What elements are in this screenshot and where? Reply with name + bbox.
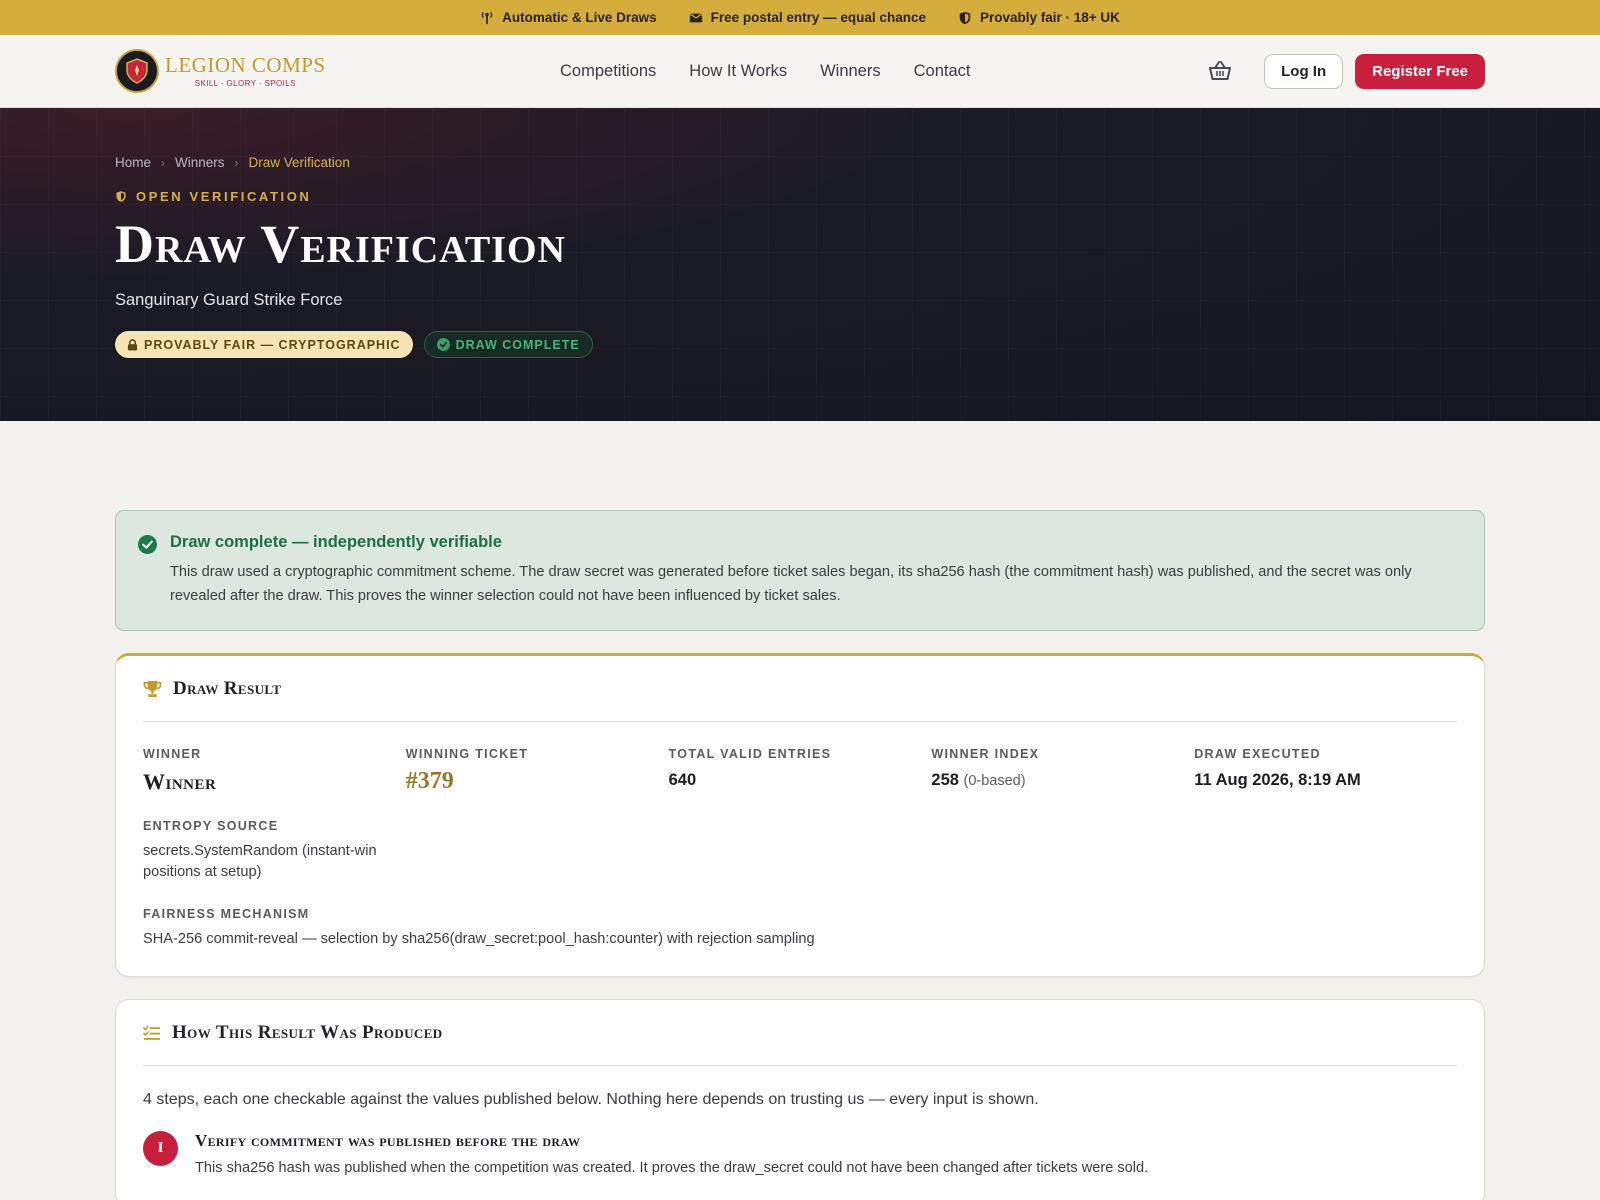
winner-index-value: 258 (0-based) — [931, 771, 1194, 790]
stat-draw-executed: DRAW EXECUTED 11 Aug 2026, 8:19 AM — [1194, 747, 1457, 795]
step-number: I — [143, 1131, 178, 1166]
alert-body: This draw used a cryptographic commitmen… — [170, 564, 1412, 604]
site-logo[interactable]: LEGION COMPS SKILL · GLORY · SPOILS — [115, 49, 335, 93]
check-circle-icon — [138, 535, 157, 554]
stat-winner: WINNER Winner — [143, 747, 406, 795]
stat-winning-ticket: WINNING TICKET #379 — [406, 747, 669, 795]
how-intro: 4 steps, each one checkable against the … — [143, 1091, 1039, 1108]
badge-label: DRAW COMPLETE — [455, 337, 580, 352]
winning-ticket-number: #379 — [405, 768, 454, 794]
eyebrow-label: OPEN VERIFICATION — [136, 189, 312, 204]
stat-total-entries: TOTAL VALID ENTRIES 640 — [669, 747, 932, 795]
stat-label: TOTAL VALID ENTRIES — [668, 747, 832, 761]
stat-label: DRAW EXECUTED — [1194, 747, 1321, 761]
lock-icon — [127, 338, 138, 350]
shield-emblem-icon — [115, 49, 159, 93]
step-description: This sha256 hash was published when the … — [195, 1160, 1149, 1176]
logo-name: LEGION COMPS — [165, 52, 326, 77]
stat-label: WINNER — [143, 747, 202, 761]
field-label: ENTROPY SOURCE — [143, 819, 279, 833]
card-header: How This Result Was Produced — [143, 1000, 1457, 1066]
logo-tagline: SKILL · GLORY · SPOILS — [194, 78, 296, 88]
site-header: LEGION COMPS SKILL · GLORY · SPOILS Comp… — [0, 35, 1600, 108]
login-button[interactable]: Log In — [1264, 53, 1344, 89]
announcement-fair: Provably fair · 18+ UK — [958, 10, 1120, 25]
eyebrow: OPEN VERIFICATION — [115, 189, 1485, 204]
fairness-mechanism-value: SHA-256 commit-reveal — selection by sha… — [143, 931, 815, 947]
announcement-label: Free postal entry — equal chance — [710, 10, 926, 25]
alert-title: Draw complete — independently verifiable — [170, 533, 502, 551]
shield-icon — [959, 11, 971, 24]
envelope-icon — [689, 12, 703, 22]
card-title: How This Result Was Produced — [172, 1021, 443, 1043]
announcement-postal: Free postal entry — equal chance — [689, 10, 926, 25]
announcement-bar: Automatic & Live Draws Free postal entry… — [0, 0, 1600, 35]
provably-fair-badge: PROVABLY FAIR — CRYPTOGRAPHIC — [115, 331, 413, 358]
card-title: Draw Result — [173, 677, 282, 699]
total-entries-value: 640 — [668, 771, 697, 789]
result-stats: WINNER Winner WINNING TICKET #379 TOTAL … — [143, 747, 1457, 795]
verification-alert: Draw complete — independently verifiable… — [115, 510, 1485, 631]
page-title: Draw Verification — [115, 214, 566, 274]
breadcrumb-home[interactable]: Home — [115, 155, 151, 170]
announcement-label: Automatic & Live Draws — [502, 10, 657, 25]
draw-result-card: Draw Result WINNER Winner WINNING TICKET… — [115, 653, 1485, 977]
badge-label: PROVABLY FAIR — CRYPTOGRAPHIC — [144, 337, 401, 352]
draw-executed-value: 11 Aug 2026, 8:19 AM — [1194, 771, 1361, 789]
card-header: Draw Result — [143, 656, 1457, 722]
nav-how-it-works[interactable]: How It Works — [689, 62, 787, 81]
breadcrumb-current: Draw Verification — [248, 155, 350, 170]
winner-name: Winner — [143, 769, 217, 794]
step-title: Verify commitment was published before t… — [195, 1131, 581, 1150]
trophy-icon — [143, 680, 162, 697]
status-badges: PROVABLY FAIR — CRYPTOGRAPHIC DRAW COMPL… — [115, 331, 1485, 358]
entropy-source-field: ENTROPY SOURCE secrets.SystemRandom (ins… — [143, 819, 383, 883]
register-button[interactable]: Register Free — [1355, 53, 1485, 89]
fairness-mechanism-field: FAIRNESS MECHANISM SHA-256 commit-reveal… — [143, 907, 1457, 950]
competition-name: Sanguinary Guard Strike Force — [115, 291, 343, 309]
field-label: FAIRNESS MECHANISM — [143, 907, 310, 921]
hero-section: Home › Winners › Draw Verification OPEN … — [0, 108, 1600, 421]
nav-winners[interactable]: Winners — [820, 62, 881, 81]
stat-label: WINNING TICKET — [405, 747, 529, 761]
basket-icon[interactable] — [1208, 59, 1232, 83]
chevron-right-icon: › — [234, 155, 239, 170]
winner-index-number: 258 — [931, 771, 959, 789]
broadcast-icon — [481, 11, 493, 24]
winner-index-note: (0-based) — [963, 773, 1026, 789]
chevron-right-icon: › — [161, 155, 166, 170]
nav-competitions[interactable]: Competitions — [560, 62, 656, 81]
draw-complete-badge: DRAW COMPLETE — [423, 331, 593, 358]
step-item: I Verify commitment was published before… — [143, 1131, 1457, 1176]
announcement-label: Provably fair · 18+ UK — [979, 10, 1120, 25]
check-circle-icon — [436, 338, 450, 351]
main-nav: Competitions How It Works Winners Contac… — [560, 62, 970, 81]
checklist-icon — [143, 1025, 160, 1040]
entropy-source-value: secrets.SystemRandom (instant-win positi… — [143, 843, 377, 880]
stat-winner-index: WINNER INDEX 258 (0-based) — [931, 747, 1194, 795]
announcement-live-draws: Automatic & Live Draws — [480, 10, 657, 25]
how-produced-card: How This Result Was Produced 4 steps, ea… — [115, 999, 1485, 1200]
breadcrumb: Home › Winners › Draw Verification — [115, 155, 1485, 170]
stat-label: WINNER INDEX — [931, 747, 1040, 761]
breadcrumb-winners[interactable]: Winners — [175, 155, 225, 170]
header-actions: Log In Register Free — [1208, 53, 1485, 89]
shield-icon — [116, 191, 126, 202]
main-content: Draw complete — independently verifiable… — [0, 421, 1600, 1200]
nav-contact[interactable]: Contact — [914, 62, 971, 81]
